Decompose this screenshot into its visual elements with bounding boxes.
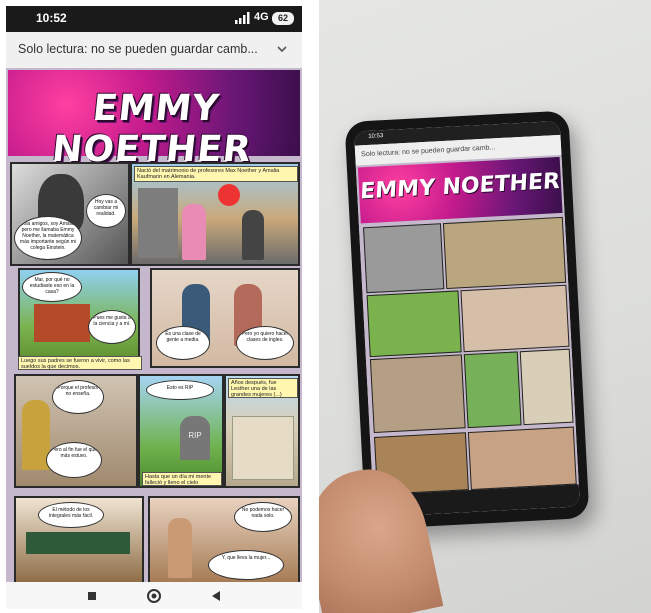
status-bar: 10:52 4G 62	[6, 6, 302, 32]
character-emmy	[168, 518, 192, 578]
status-time: 10:52	[36, 11, 67, 25]
panel-conversation: Es una clase de gente a media. Pero yo q…	[150, 268, 300, 368]
phone-comic-document: EMMY NOETHER	[355, 154, 579, 496]
university-building	[232, 416, 294, 480]
bubble-rip: Esto es RIP	[146, 380, 214, 400]
comic-document[interactable]: EMMY NOETHER Hola amigos, soy Amalia, pe…	[6, 68, 302, 582]
readonly-notice-text: Solo lectura: no se pueden guardar camb.…	[18, 42, 258, 56]
phone-panel-5	[369, 354, 466, 434]
panel-parents: Nació del matrimonio de profesores Max N…	[130, 162, 300, 266]
panel-house: Mar, por qué no estudiaste eso en la cas…	[18, 268, 140, 368]
bubble-integrals: El método de los integrales más fácil.	[38, 502, 104, 528]
heart-shape	[218, 184, 240, 206]
phone-panel-3	[366, 290, 462, 358]
phone-panel-6	[463, 351, 522, 429]
caption-death: Hasta que un día mi mente falleció y lle…	[142, 472, 222, 486]
gravestone: RIP	[180, 416, 210, 460]
bubble-intro: Hola amigos, soy Amalia, pero me llamaba…	[14, 216, 82, 260]
left-phone-screenshot: 10:52 4G 62 Solo lectura: no se pueden g…	[6, 6, 302, 609]
panel-portrait: Hola amigos, soy Amalia, pero me llamaba…	[10, 162, 130, 266]
phone-panel-9	[467, 426, 577, 491]
chevron-down-icon[interactable]	[276, 43, 288, 55]
building-shape	[138, 188, 178, 258]
panel-grave: Esto es RIP RIP Hasta que un día mi ment…	[138, 374, 224, 488]
phone-screen: 10:53 Solo lectura: no se pueden guardar…	[353, 120, 580, 518]
panel-classroom: Porque el profesor no enseña. Pero al fi…	[14, 374, 138, 488]
bubble-alone: No podemos hacer nada solo.	[234, 502, 292, 532]
bubble-change: Hoy vas a cambiar mi realidad.	[86, 194, 126, 228]
phone-panel-4	[460, 284, 570, 353]
phone-panel-2	[442, 216, 567, 290]
character-pink	[182, 204, 206, 260]
recents-square-icon[interactable]	[84, 588, 100, 604]
android-nav-bar	[6, 582, 302, 609]
caption-later: Años después, fue Lesther una de las gra…	[228, 378, 298, 398]
caption-parents-move: Luego sus padres se fueron a vivir, como…	[18, 356, 142, 370]
panel-library: No podemos hacer nada solo. Y, que lleva…	[148, 496, 300, 582]
panel-university: Años después, fue Lesther una de las gra…	[224, 374, 300, 488]
back-triangle-icon[interactable]	[208, 588, 224, 604]
phone-comic-title: EMMY NOETHER	[359, 168, 561, 205]
phone-panel-1	[363, 223, 445, 294]
phone-status-time: 10:53	[368, 133, 384, 140]
bubble-english: Pero yo quiero hacer clases de ingles.	[236, 326, 294, 360]
readonly-notice-bar[interactable]: Solo lectura: no se pueden guardar camb.…	[6, 32, 302, 69]
bubble-question: Mar, por qué no estudiaste eso en la cas…	[22, 272, 82, 302]
network-type: 4G	[254, 11, 269, 23]
house-shape	[34, 304, 90, 342]
phone-readonly-text: Solo lectura: no se pueden guardar camb.…	[361, 144, 496, 159]
right-photo: 10:53 Solo lectura: no se pueden guardar…	[319, 0, 651, 613]
comic-banner: EMMY NOETHER	[8, 70, 300, 170]
phone-comic-banner: EMMY NOETHER	[357, 156, 563, 224]
bubble-class: Es una clase de gente a media.	[156, 326, 210, 360]
blackboard	[26, 532, 130, 554]
character-dark	[242, 210, 264, 260]
bubble-finally: Pero al fin fue el que más estuvo.	[46, 442, 102, 478]
bubble-woman: Y, que lleva la mujer...	[208, 550, 284, 580]
phone-panel-7	[519, 348, 574, 426]
comic-title: EMMY NOETHER	[50, 88, 254, 170]
panel-lecture: El método de los integrales más fácil.	[14, 496, 144, 582]
signal-icon	[235, 12, 250, 24]
home-circle-icon[interactable]	[146, 588, 162, 604]
gravestone-text: RIP	[188, 431, 202, 440]
caption-parents: Nació del matrimonio de profesores Max N…	[134, 166, 298, 182]
bubble-science: Pues me gusta a la ciencia y a mí.	[88, 310, 136, 344]
phone-device: 10:53 Solo lectura: no se pueden guardar…	[344, 110, 590, 530]
battery-level: 62	[272, 12, 294, 25]
bubble-professor: Porque el profesor no enseña.	[52, 380, 104, 414]
